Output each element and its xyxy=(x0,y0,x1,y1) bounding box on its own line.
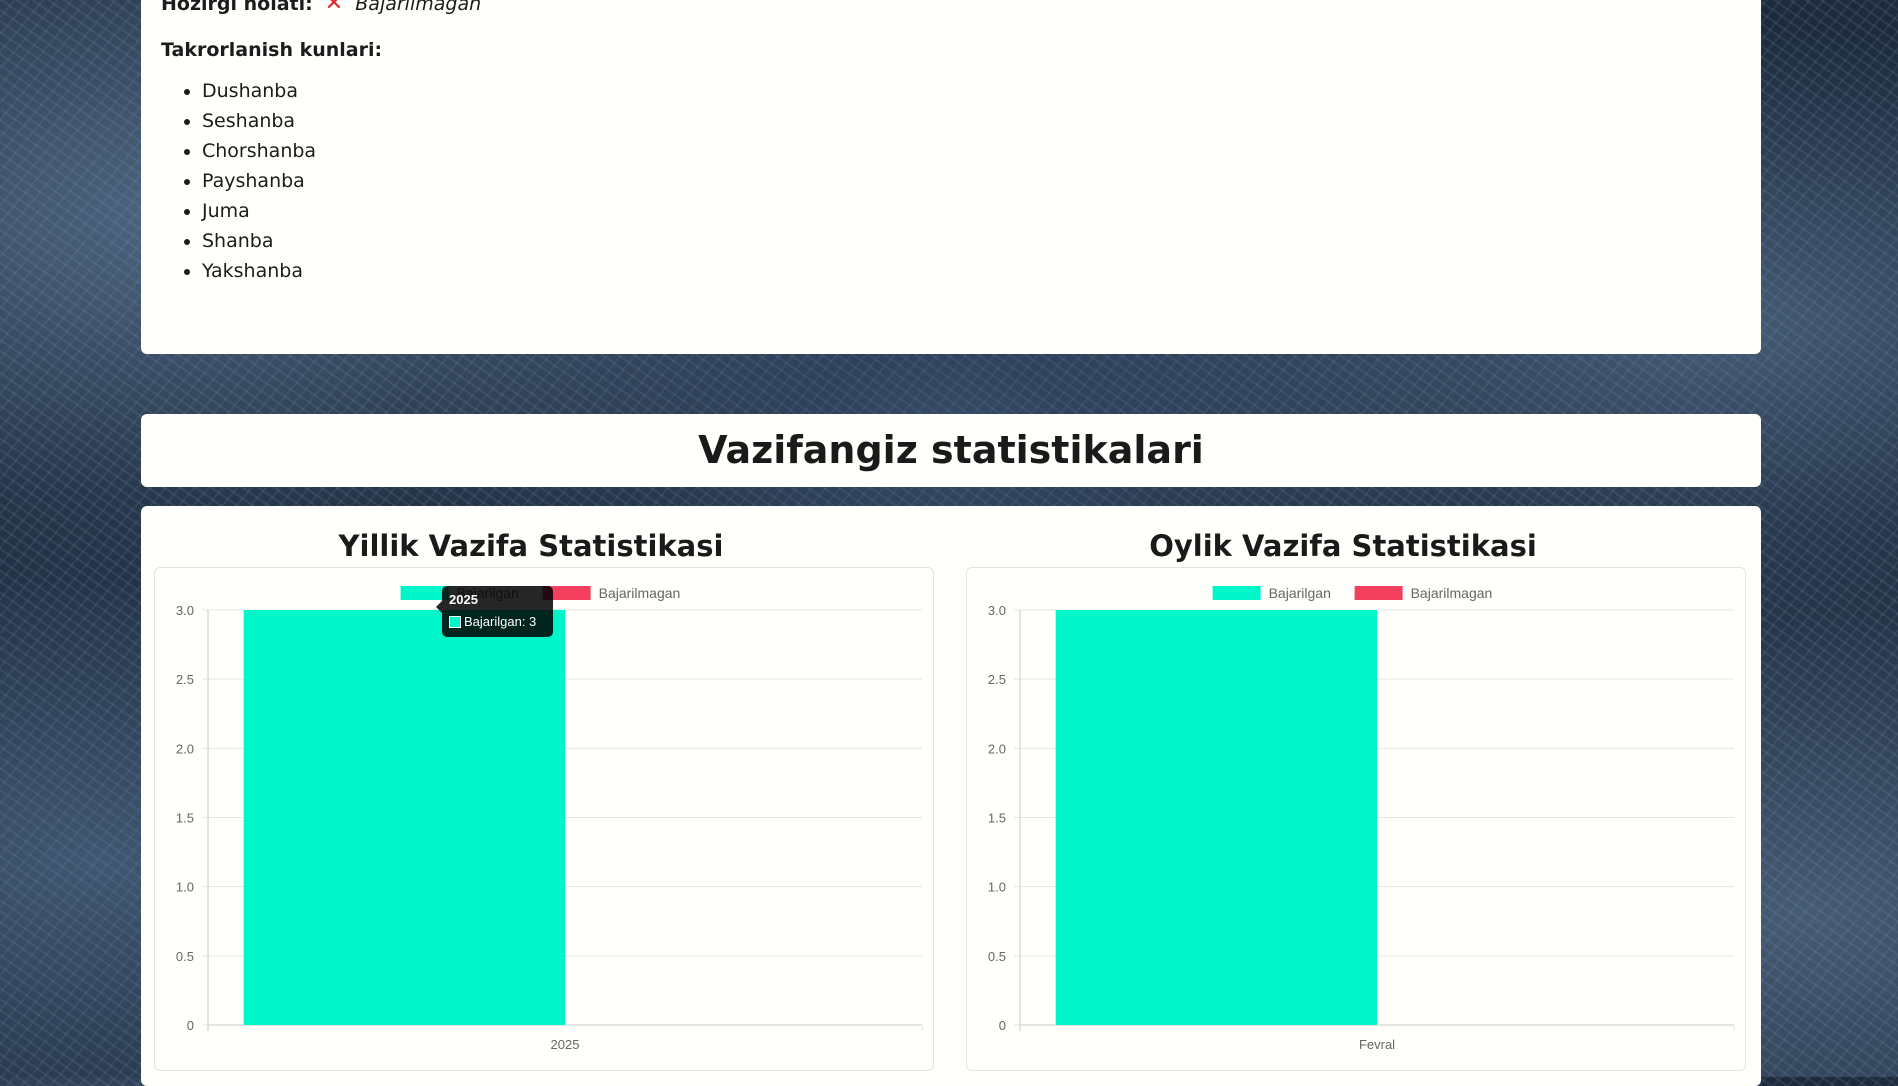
list-item: Seshanba xyxy=(202,106,316,136)
list-item: Chorshanba xyxy=(202,136,316,166)
task-details-card: Hozirgi holati: ✕ Bajarilmagan Takrorlan… xyxy=(141,0,1761,354)
y-tick-label: 2.5 xyxy=(176,672,194,687)
list-item: Yakshanba xyxy=(202,256,316,286)
x-tick-label: Fevral xyxy=(1359,1037,1395,1052)
legend-label: Bajarilmagan xyxy=(599,585,681,601)
charts-card: Yillik Vazifa Statistikasi 0 0.5 1.0 1.5 2.0… xyxy=(141,506,1761,1086)
status-value: Bajarilmagan xyxy=(355,0,482,15)
y-tick-label: 0.5 xyxy=(176,949,194,964)
y-tick-label: 1.0 xyxy=(176,880,194,895)
tooltip-swatch xyxy=(449,616,461,628)
status-label: Hozirgi holati: xyxy=(161,0,313,15)
y-tick-label: 2.0 xyxy=(176,741,194,756)
y-tick-label: 1.5 xyxy=(176,811,194,826)
bar-bajarilgan xyxy=(243,610,565,1025)
list-item: Shanba xyxy=(202,226,316,256)
y-tick-label: 3.0 xyxy=(176,603,194,618)
tooltip-row: Bajarilgan: 3 xyxy=(449,613,546,631)
list-item: Juma xyxy=(202,196,316,226)
monthly-chart: 0 0.5 1.0 1.5 2.0 2.5 3.0 Fevral Bajarilgan Bajar… xyxy=(966,567,1746,1071)
task-status-line: Hozirgi holati: ✕ Bajarilmagan xyxy=(161,0,481,16)
y-tick-label: 1.5 xyxy=(988,811,1006,826)
chart-tooltip: 2025 Bajarilgan: 3 xyxy=(442,586,553,637)
repeat-days-list: Dushanba Seshanba Chorshanba Payshanba J… xyxy=(161,76,316,286)
repeat-days-heading: Takrorlanish kunlari: xyxy=(161,39,383,61)
y-tick-label: 1.0 xyxy=(988,880,1006,895)
yearly-chart-title: Yillik Vazifa Statistikasi xyxy=(338,529,724,563)
yearly-chart: 00.51.01.52.02.53.02025BajarilganBajaril… xyxy=(154,567,934,1071)
list-item: Dushanba xyxy=(202,76,316,106)
legend-swatch xyxy=(1354,586,1403,600)
bar-bajarilgan xyxy=(1055,610,1377,1025)
y-tick-label: 0 xyxy=(187,1018,194,1033)
legend-swatch xyxy=(1212,586,1261,600)
y-tick-label: 0.5 xyxy=(988,949,1006,964)
monthly-chart-title: Oylik Vazifa Statistikasi xyxy=(1149,529,1537,563)
tooltip-title: 2025 xyxy=(449,592,478,607)
list-item: Payshanba xyxy=(202,166,316,196)
y-tick-label: 0 xyxy=(999,1018,1006,1033)
legend-label: Bajarilmagan xyxy=(1411,585,1493,601)
y-tick-label: 2.5 xyxy=(988,672,1006,687)
y-tick-label: 2.0 xyxy=(988,741,1006,756)
y-tick-label: 3.0 xyxy=(988,603,1006,618)
legend-label: Bajarilgan xyxy=(1269,585,1331,601)
yearly-chart-svg: 00.51.01.52.02.53.02025BajarilganBajaril… xyxy=(176,585,923,1052)
page-title: Vazifangiz statistikalari xyxy=(698,428,1204,472)
monthly-chart-svg: 0 0.5 1.0 1.5 2.0 2.5 3.0 Fevral Bajarilgan Bajar… xyxy=(988,585,1735,1052)
stats-header-card: Vazifangiz statistikalari xyxy=(141,414,1761,487)
tooltip-label: Bajarilgan: 3 xyxy=(464,614,537,629)
cross-mark-icon: ✕ xyxy=(324,0,344,16)
x-tick-label: 2025 xyxy=(551,1037,580,1052)
